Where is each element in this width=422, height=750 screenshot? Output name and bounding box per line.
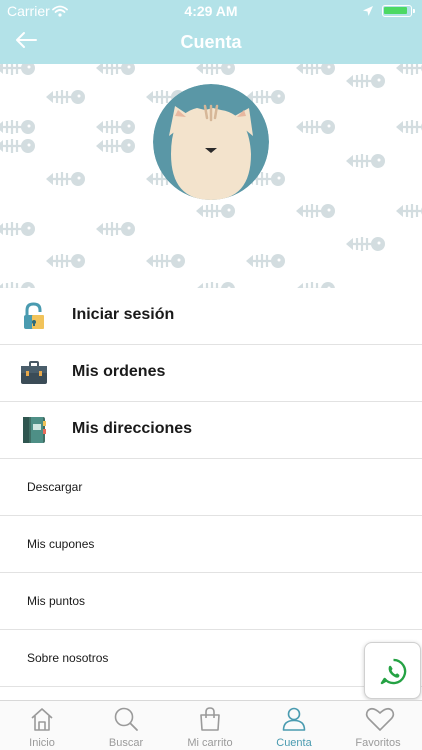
- tab-label: Mi carrito: [187, 737, 233, 749]
- menu-item-label: Mis cupones: [27, 537, 95, 551]
- menu-item-login[interactable]: Iniciar sesión: [0, 288, 422, 345]
- tab-cuenta[interactable]: Cuenta: [252, 701, 336, 750]
- home-icon: [31, 708, 53, 731]
- profile-avatar[interactable]: [153, 84, 269, 200]
- menu-item-orders[interactable]: Mis ordenes: [0, 345, 422, 402]
- whatsapp-button[interactable]: [364, 642, 421, 699]
- briefcase-icon: [20, 359, 48, 387]
- status-bar: Carrier 4:29 AM: [0, 0, 422, 22]
- user-icon: [282, 707, 306, 731]
- tab-mi-carrito[interactable]: Mi carrito: [168, 701, 252, 750]
- menu-item-coupons[interactable]: Mis cupones: [0, 516, 422, 573]
- heart-icon: [365, 707, 395, 731]
- whatsapp-icon: [380, 658, 407, 685]
- tab-label: Buscar: [108, 737, 144, 749]
- menu-item-label: Descargar: [27, 480, 83, 494]
- tab-buscar[interactable]: Buscar: [84, 701, 168, 750]
- shopping-bag-icon: [200, 707, 220, 731]
- menu-item-addresses[interactable]: Mis direcciones: [0, 402, 422, 459]
- nav-header: Carrier 4:29 AM Cuenta: [0, 0, 422, 64]
- search-icon: [114, 707, 138, 731]
- page-title: Cuenta: [180, 32, 242, 52]
- tab-label: Favoritos: [355, 737, 401, 749]
- menu-item-label: Mis puntos: [27, 594, 86, 608]
- address-book-icon: [20, 416, 48, 444]
- menu-item-download[interactable]: Descargar: [0, 459, 422, 516]
- cat-face-icon: [153, 84, 269, 200]
- tab-label: Inicio: [29, 737, 55, 749]
- tab-favoritos[interactable]: Favoritos: [336, 701, 420, 750]
- location-arrow-icon: [362, 4, 374, 20]
- menu-item-label: Mis direcciones: [72, 420, 193, 437]
- menu-item-label: Mis ordenes: [72, 363, 166, 380]
- account-menu: Iniciar sesión Mis ordenes Mis direccion…: [0, 288, 422, 687]
- menu-item-label: Iniciar sesión: [72, 306, 175, 323]
- tab-label: Cuenta: [276, 737, 312, 749]
- padlock-icon: [20, 302, 48, 330]
- menu-item-about[interactable]: Sobre nosotros: [0, 630, 422, 687]
- battery-icon: [382, 5, 415, 17]
- menu-item-points[interactable]: Mis puntos: [0, 573, 422, 630]
- profile-banner: [0, 64, 422, 288]
- tab-bar: Inicio Buscar Mi carrito Cuenta Favorito…: [0, 700, 422, 750]
- menu-item-label: Sobre nosotros: [27, 651, 109, 665]
- status-time: 4:29 AM: [184, 3, 238, 19]
- tab-inicio[interactable]: Inicio: [0, 701, 84, 750]
